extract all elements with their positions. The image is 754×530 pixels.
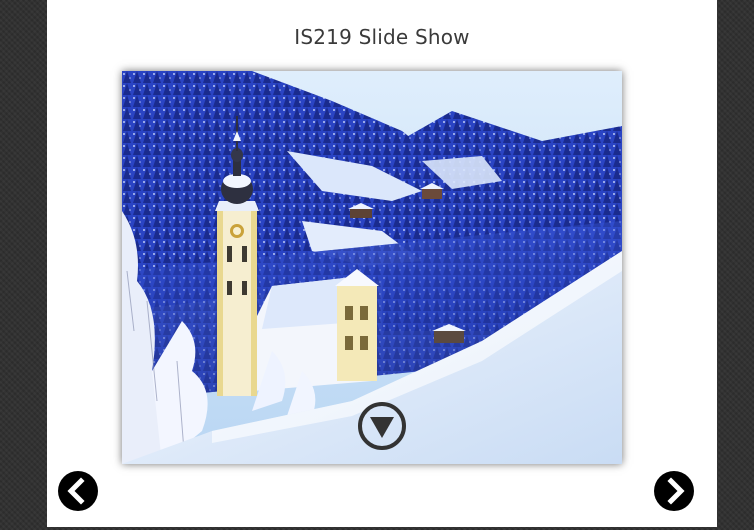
page-title: IS219 Slide Show (294, 25, 470, 49)
previous-slide-button[interactable] (57, 470, 99, 512)
chevron-left-icon (58, 471, 98, 511)
play-button[interactable] (357, 401, 407, 451)
circle-down-triangle-icon (358, 402, 406, 450)
slideshow-panel: IS219 Slide Show (47, 0, 717, 527)
slide-image (122, 71, 622, 464)
chevron-right-icon (654, 471, 694, 511)
next-slide-button[interactable] (653, 470, 695, 512)
